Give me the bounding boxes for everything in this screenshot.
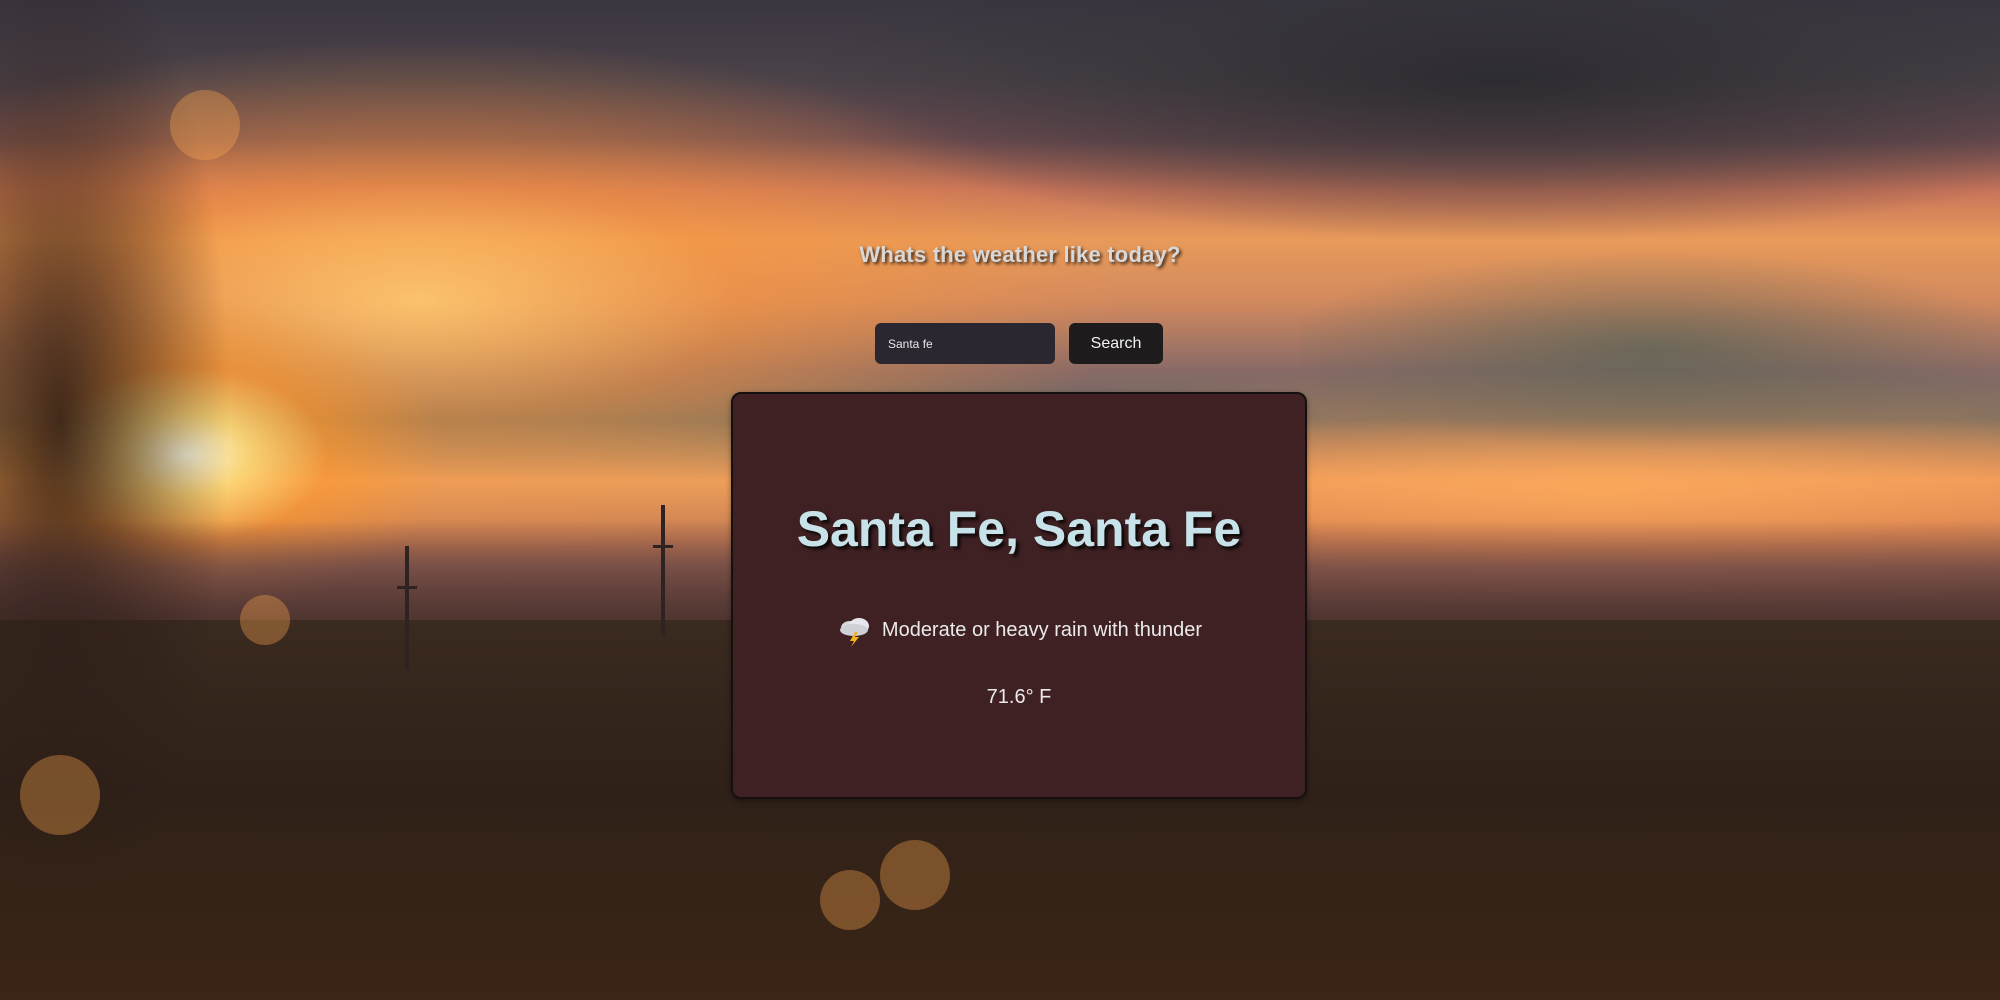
background-bokeh-light: [880, 840, 950, 910]
background-foreground-blur: [0, 0, 280, 1000]
page-headline: Whats the weather like today?: [859, 242, 1181, 267]
location-title: Santa Fe, Santa Fe: [796, 501, 1242, 557]
background-power-pole: [653, 505, 673, 635]
background-power-pole: [397, 546, 417, 670]
condition-text: Moderate or heavy rain with thunder: [881, 618, 1203, 641]
weather-condition: Moderate or heavy rain with thunder: [733, 612, 1305, 648]
background-distant-rain: [1300, 250, 2000, 450]
background-bokeh-light: [820, 870, 880, 930]
background-bokeh-light: [170, 90, 240, 160]
search-bar: Search: [875, 323, 1163, 364]
thunderstorm-cloud-icon: [836, 612, 872, 648]
weather-card: Santa Fe, Santa Fe Moderate or heavy rai…: [731, 392, 1307, 799]
city-search-input[interactable]: [875, 323, 1055, 364]
background-bokeh-light: [20, 755, 100, 835]
search-button[interactable]: Search: [1069, 323, 1163, 364]
background-bokeh-light: [240, 595, 290, 645]
background-storm-clouds: [700, 0, 2000, 260]
temperature-readout: 71.6° F: [986, 686, 1052, 708]
